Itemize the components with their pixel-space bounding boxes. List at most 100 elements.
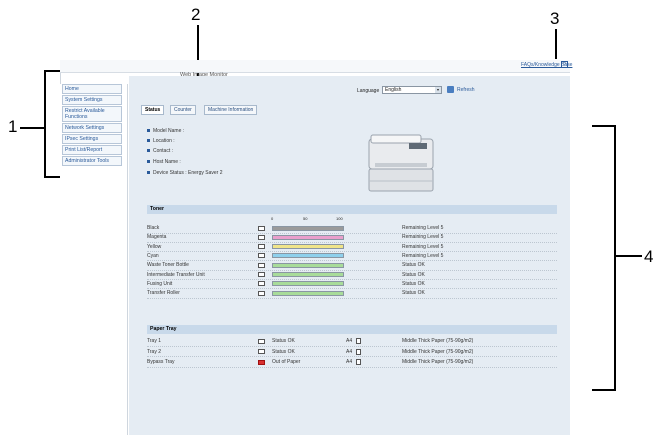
bullet-icon (147, 171, 150, 175)
callout-4-bracket (614, 125, 616, 391)
device-info-contact: Contact : (147, 148, 173, 154)
bullet-icon (147, 129, 150, 133)
toner-section-header: Toner (147, 205, 557, 214)
nav-item-administrator-tools[interactable]: Administrator Tools (62, 156, 122, 166)
help-icon[interactable]: ? (561, 61, 568, 68)
device-info-label: Contact (153, 148, 171, 154)
tray-row-label: Tray 1 (147, 338, 161, 344)
row-separator (147, 232, 557, 234)
toner-cartridge-icon (258, 234, 265, 240)
toner-cartridge-icon (258, 281, 265, 287)
language-label: Language (357, 88, 380, 94)
toner-level-bar (272, 290, 344, 296)
device-info-host: Host Name : (147, 159, 181, 165)
toner-level-bar (272, 244, 344, 250)
tray-row-size: A4 (346, 359, 353, 365)
nav-item-home[interactable]: Home (62, 84, 122, 94)
toner-level-bar (272, 281, 344, 287)
toner-row-status: Status OK (402, 280, 425, 287)
row-separator (147, 251, 557, 253)
bullet-icon (147, 160, 150, 164)
toner-row-label: Transfer Roller (147, 290, 180, 297)
toner-cartridge-icon (258, 253, 265, 259)
toner-level-bar (272, 272, 344, 277)
printer-image (365, 125, 437, 197)
tab-machine-information[interactable]: Machine Information (204, 105, 258, 115)
toner-row-status: Remaining Level 5 (402, 243, 444, 250)
callout-4-bracket-top (592, 125, 616, 127)
tab-status[interactable]: Status (141, 105, 165, 115)
toner-cartridge-icon (258, 272, 265, 277)
device-info-location: Location : (147, 138, 175, 144)
callout-2: 2 (191, 5, 201, 24)
nav-item-print-list-report[interactable]: Print List/Report (62, 145, 122, 155)
callout-1: 1 (8, 117, 18, 136)
tray-row-type: Middle Thick Paper (75-90g/m2) (402, 359, 474, 365)
toner-row-status: Status OK (402, 262, 425, 269)
callout-3-line (555, 29, 557, 59)
tray-row-label: Tray 2 (147, 348, 161, 355)
language-value: English (385, 87, 402, 93)
toner-level-bar (272, 262, 344, 268)
nav-item-restrict-functions[interactable]: Restrict Available Functions (62, 106, 122, 122)
paper-page-icon (356, 338, 361, 345)
tray-icon (258, 338, 265, 344)
toner-row-label: Fusing Unit (147, 280, 173, 287)
toner-cartridge-icon (258, 244, 265, 250)
chevron-down-icon: ▾ (435, 87, 441, 93)
tray-row-size: A4 (346, 338, 353, 344)
paper-tray-section-header: Paper Tray (147, 325, 557, 334)
sidebar-nav: Home System Settings Restrict Available … (60, 84, 128, 435)
row-separator (147, 241, 557, 243)
toner-row-label: Magenta (147, 234, 167, 241)
tray-row-type: Middle Thick Paper (75-90g/m2) (402, 338, 474, 344)
toner-row-status: Status OK (402, 271, 425, 278)
nav-item-ipsec-settings[interactable]: IPsec Settings (62, 134, 122, 144)
row-separator (147, 269, 557, 271)
device-info-model: Model Name : (147, 128, 184, 134)
refresh-link[interactable]: Refresh (457, 87, 475, 93)
bullet-icon (147, 139, 150, 143)
callout-1-line (20, 127, 44, 129)
toner-row-label: Intermediate Transfer Unit (147, 271, 205, 278)
toner-cartridge-icon (258, 262, 265, 268)
toner-scale-min: 0 (271, 216, 274, 221)
toner-row-status: Remaining Level 5 (402, 234, 444, 241)
toner-row-label: Cyan (147, 252, 159, 259)
paper-page-icon (356, 359, 361, 366)
row-separator (147, 260, 557, 262)
toner-level-bar (272, 253, 344, 259)
device-info-status: Device Status : Energy Saver 2 (147, 170, 223, 176)
toner-cartridge-icon (258, 290, 265, 296)
row-separator (147, 366, 557, 368)
tray-row-label: Bypass Tray (147, 359, 175, 365)
toner-level-bar (272, 234, 344, 240)
main-panel (129, 76, 570, 435)
callout-4-line (616, 255, 642, 257)
toner-row-status: Remaining Level 5 (402, 252, 444, 259)
callout-1-bracket (44, 70, 46, 178)
row-separator (147, 297, 557, 299)
paper-page-icon (356, 348, 361, 355)
tab-counter[interactable]: Counter (170, 105, 196, 115)
callout-3: 3 (550, 9, 560, 28)
row-separator (147, 356, 557, 358)
nav-item-system-settings[interactable]: System Settings (62, 95, 122, 105)
tray-icon (258, 349, 265, 354)
tray-icon (258, 359, 265, 365)
tray-row-size: A4 (346, 348, 353, 355)
device-info-value: Energy Saver 2 (188, 170, 223, 176)
toner-row-status: Status OK (402, 290, 425, 297)
refresh-icon[interactable] (447, 86, 454, 93)
language-select[interactable]: English ▾ (382, 86, 442, 94)
toner-row-label: Yellow (147, 243, 162, 250)
toner-level-bar (272, 225, 344, 231)
toner-row-status: Remaining Level 5 (402, 225, 444, 231)
device-info-label: Location (153, 138, 172, 144)
row-separator (147, 288, 557, 290)
tray-row-status: Status OK (272, 338, 295, 344)
toner-scale-mid: 50 (303, 216, 308, 221)
callout-4: 4 (644, 247, 654, 266)
tray-row-status: Status OK (272, 348, 295, 355)
nav-item-network-settings[interactable]: Network Settings (62, 123, 122, 133)
